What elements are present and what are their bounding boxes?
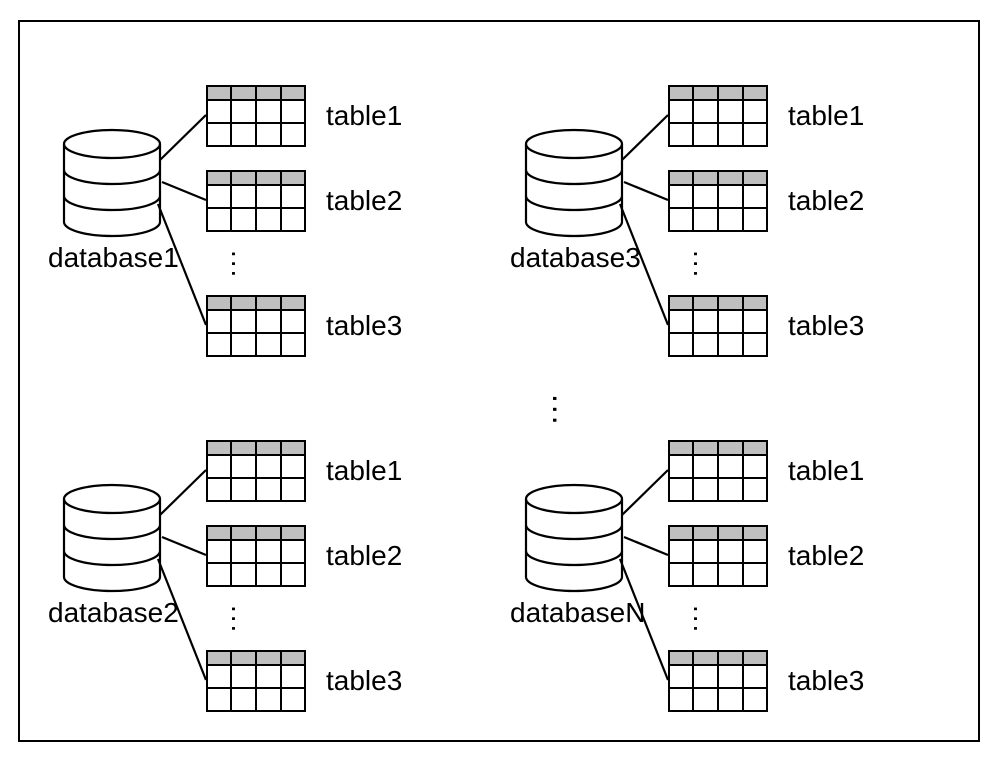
table-icon — [206, 440, 306, 502]
database-icon — [62, 128, 162, 238]
database-icon — [524, 483, 624, 593]
database-label: database2 — [48, 597, 179, 629]
table-label: table2 — [788, 185, 864, 217]
table-label: table1 — [326, 100, 402, 132]
table-label: table3 — [788, 665, 864, 697]
table-icon — [206, 650, 306, 712]
table-icon — [668, 295, 768, 357]
table-icon — [206, 295, 306, 357]
ellipsis-icon: ... — [689, 605, 717, 634]
ellipsis-icon: ... — [548, 394, 580, 427]
table-icon — [206, 170, 306, 232]
table-icon — [668, 85, 768, 147]
table-icon — [668, 170, 768, 232]
database-icon — [62, 483, 162, 593]
ellipsis-icon: ... — [689, 250, 717, 279]
database-label: database1 — [48, 242, 179, 274]
table-icon — [668, 525, 768, 587]
table-label: table1 — [788, 455, 864, 487]
table-label: table3 — [788, 310, 864, 342]
table-icon — [668, 440, 768, 502]
database-icon — [524, 128, 624, 238]
database-label: databaseN — [510, 597, 645, 629]
table-label: table1 — [326, 455, 402, 487]
diagram-canvas: database1 table1 table2 ... table3 — [0, 0, 1000, 765]
database-label: database3 — [510, 242, 641, 274]
table-icon — [668, 650, 768, 712]
table-label: table2 — [326, 185, 402, 217]
table-label: table3 — [326, 665, 402, 697]
table-label: table3 — [326, 310, 402, 342]
table-icon — [206, 525, 306, 587]
ellipsis-icon: ... — [227, 250, 255, 279]
table-label: table2 — [788, 540, 864, 572]
table-label: table2 — [326, 540, 402, 572]
table-icon — [206, 85, 306, 147]
ellipsis-icon: ... — [227, 605, 255, 634]
table-label: table1 — [788, 100, 864, 132]
